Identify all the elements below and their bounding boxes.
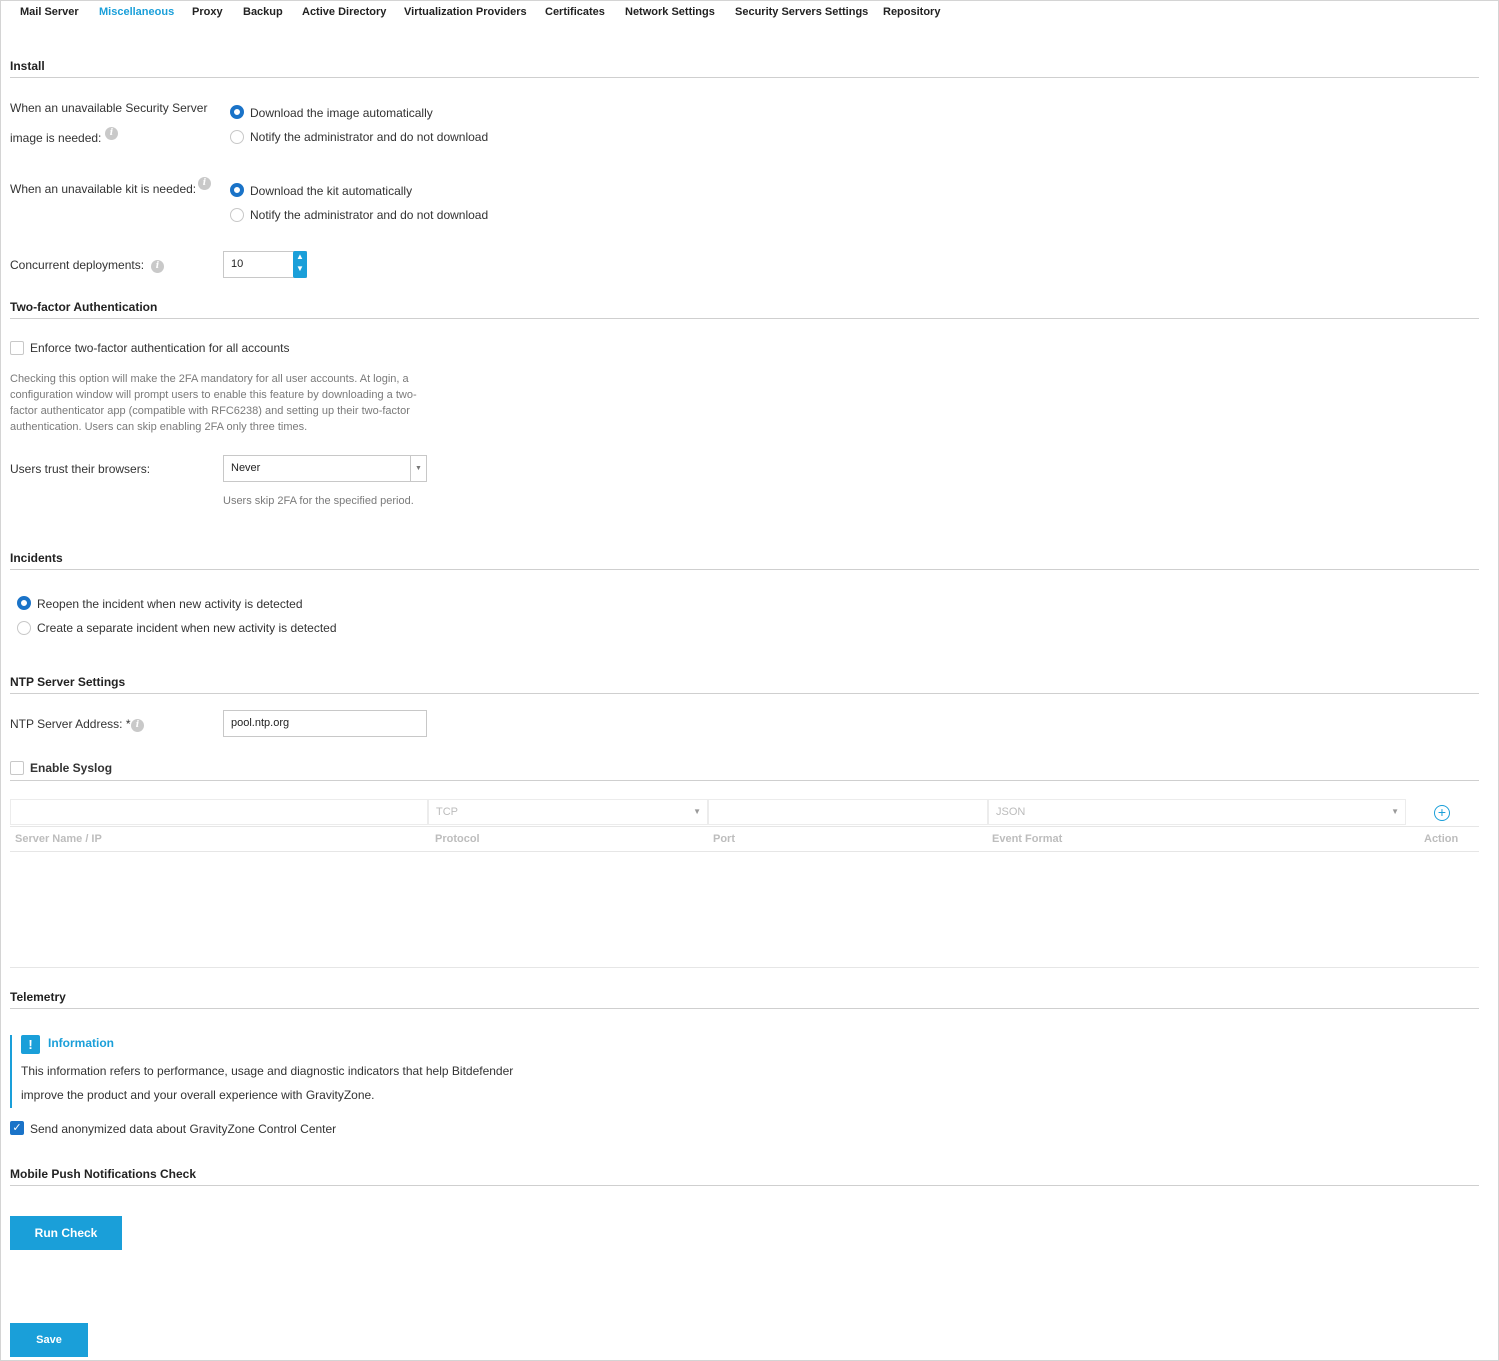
- page-frame: [0, 0, 1499, 1361]
- add-server-icon[interactable]: +: [1434, 805, 1450, 821]
- tab-proxy[interactable]: Proxy: [192, 6, 223, 18]
- spinner-stepper[interactable]: ▲ ▼: [293, 251, 307, 278]
- info-icon[interactable]: i: [131, 719, 144, 732]
- install-section-title: Install: [10, 59, 45, 73]
- trust-browsers-label: Users trust their browsers:: [10, 462, 151, 476]
- image-needed-label: When an unavailable Security Server: [10, 101, 208, 115]
- image-needed-label-line2: image is needed:: [10, 131, 102, 145]
- enforce-2fa-checkbox[interactable]: [10, 341, 24, 355]
- twofa-help-text: Checking this option will make the 2FA m…: [10, 373, 417, 433]
- reopen-incident-radio[interactable]: [17, 596, 31, 610]
- spinner-up-icon[interactable]: ▲: [293, 251, 307, 263]
- concurrent-deployments-value: 10: [231, 258, 244, 270]
- separate-incident-radio[interactable]: [17, 621, 31, 635]
- send-anonymized-data-checkbox[interactable]: ✓: [10, 1121, 24, 1135]
- tab-active-directory[interactable]: Active Directory: [302, 6, 386, 18]
- kit-needed-label: When an unavailable kit is needed:: [10, 182, 197, 196]
- ntp-address-input[interactable]: pool.ntp.org: [223, 710, 427, 737]
- separate-incident-label: Create a separate incident when new acti…: [37, 621, 337, 635]
- concurrent-deployments-label: Concurrent deployments:: [10, 258, 145, 272]
- tab-certificates[interactable]: Certificates: [545, 6, 605, 18]
- enforce-2fa-label: Enforce two-factor authentication for al…: [30, 341, 290, 355]
- tab-network-settings[interactable]: Network Settings: [625, 6, 715, 18]
- column-action: Action: [1424, 833, 1459, 845]
- info-text-line1: This information refers to performance, …: [21, 1064, 514, 1078]
- column-protocol[interactable]: Protocol: [435, 833, 480, 845]
- run-check-button[interactable]: Run Check: [10, 1216, 122, 1250]
- send-anonymized-data-label: Send anonymized data about GravityZone C…: [30, 1122, 337, 1136]
- column-server-name[interactable]: Server Name / IP: [15, 833, 102, 845]
- info-icon[interactable]: i: [105, 127, 118, 140]
- chevron-down-icon[interactable]: ▼: [410, 456, 426, 481]
- incidents-divider: [10, 569, 1479, 570]
- grid-filter-divider: [10, 826, 1479, 827]
- image-notify-radio[interactable]: [230, 130, 244, 144]
- telemetry-info-block: ! Information This information refers to…: [10, 1035, 514, 1108]
- incidents-section-title: Incidents: [10, 551, 63, 565]
- image-notify-label: Notify the administrator and do not down…: [250, 130, 489, 144]
- install-divider: [10, 77, 1479, 78]
- twofa-section-title: Two-factor Authentication: [10, 300, 158, 314]
- twofa-divider: [10, 318, 1479, 319]
- info-text-line2: improve the product and your overall exp…: [21, 1088, 375, 1102]
- spinner-down-icon[interactable]: ▼: [293, 263, 307, 275]
- ntp-address-value: pool.ntp.org: [231, 717, 290, 729]
- reopen-incident-label: Reopen the incident when new activity is…: [37, 597, 303, 611]
- trust-browsers-select[interactable]: Never ▼: [223, 455, 427, 482]
- info-title: Information: [48, 1036, 114, 1050]
- image-download-radio[interactable]: [230, 105, 244, 119]
- format-filter-value: JSON: [996, 806, 1026, 818]
- grid-bottom-divider: [10, 967, 1479, 968]
- protocol-filter[interactable]: TCP ▼: [428, 799, 708, 825]
- protocol-filter-value: TCP: [436, 806, 458, 818]
- tab-virtualization-providers[interactable]: Virtualization Providers: [404, 6, 527, 18]
- trust-browsers-value: Never: [231, 462, 261, 474]
- ntp-section-title: NTP Server Settings: [10, 675, 126, 689]
- format-filter[interactable]: JSON ▼: [988, 799, 1406, 825]
- telemetry-divider: [10, 1008, 1479, 1009]
- chevron-down-icon[interactable]: ▼: [693, 800, 701, 824]
- tab-backup[interactable]: Backup: [243, 6, 283, 18]
- mobile-push-divider: [10, 1185, 1479, 1186]
- port-filter[interactable]: [708, 799, 988, 825]
- column-port[interactable]: Port: [713, 833, 735, 845]
- info-icon[interactable]: i: [198, 177, 211, 190]
- kit-download-radio[interactable]: [230, 183, 244, 197]
- column-event-format[interactable]: Event Format: [992, 833, 1062, 845]
- enable-syslog-checkbox[interactable]: [10, 761, 24, 775]
- tab-miscellaneous[interactable]: Miscellaneous: [99, 6, 174, 18]
- ntp-divider: [10, 693, 1479, 694]
- kit-notify-radio[interactable]: [230, 208, 244, 222]
- trust-browsers-help: Users skip 2FA for the specified period.: [223, 495, 414, 507]
- syslog-divider: [10, 780, 1479, 781]
- server-name-filter[interactable]: [10, 799, 428, 825]
- ntp-address-label: NTP Server Address: *: [10, 717, 131, 731]
- info-icon[interactable]: i: [151, 260, 164, 273]
- exclamation-icon: !: [21, 1035, 40, 1054]
- mobile-push-section-title: Mobile Push Notifications Check: [10, 1167, 197, 1181]
- enable-syslog-label: Enable Syslog: [30, 761, 113, 775]
- image-download-label: Download the image automatically: [250, 106, 433, 120]
- chevron-down-icon[interactable]: ▼: [1391, 800, 1399, 824]
- tab-security-servers-settings[interactable]: Security Servers Settings: [735, 6, 868, 18]
- telemetry-section-title: Telemetry: [10, 990, 66, 1004]
- kit-notify-label: Notify the administrator and do not down…: [250, 208, 489, 222]
- tab-repository[interactable]: Repository: [883, 6, 940, 18]
- tab-mail-server[interactable]: Mail Server: [20, 6, 79, 18]
- save-button[interactable]: Save: [10, 1323, 88, 1357]
- kit-download-label: Download the kit automatically: [250, 184, 413, 198]
- grid-header-divider: [10, 851, 1479, 852]
